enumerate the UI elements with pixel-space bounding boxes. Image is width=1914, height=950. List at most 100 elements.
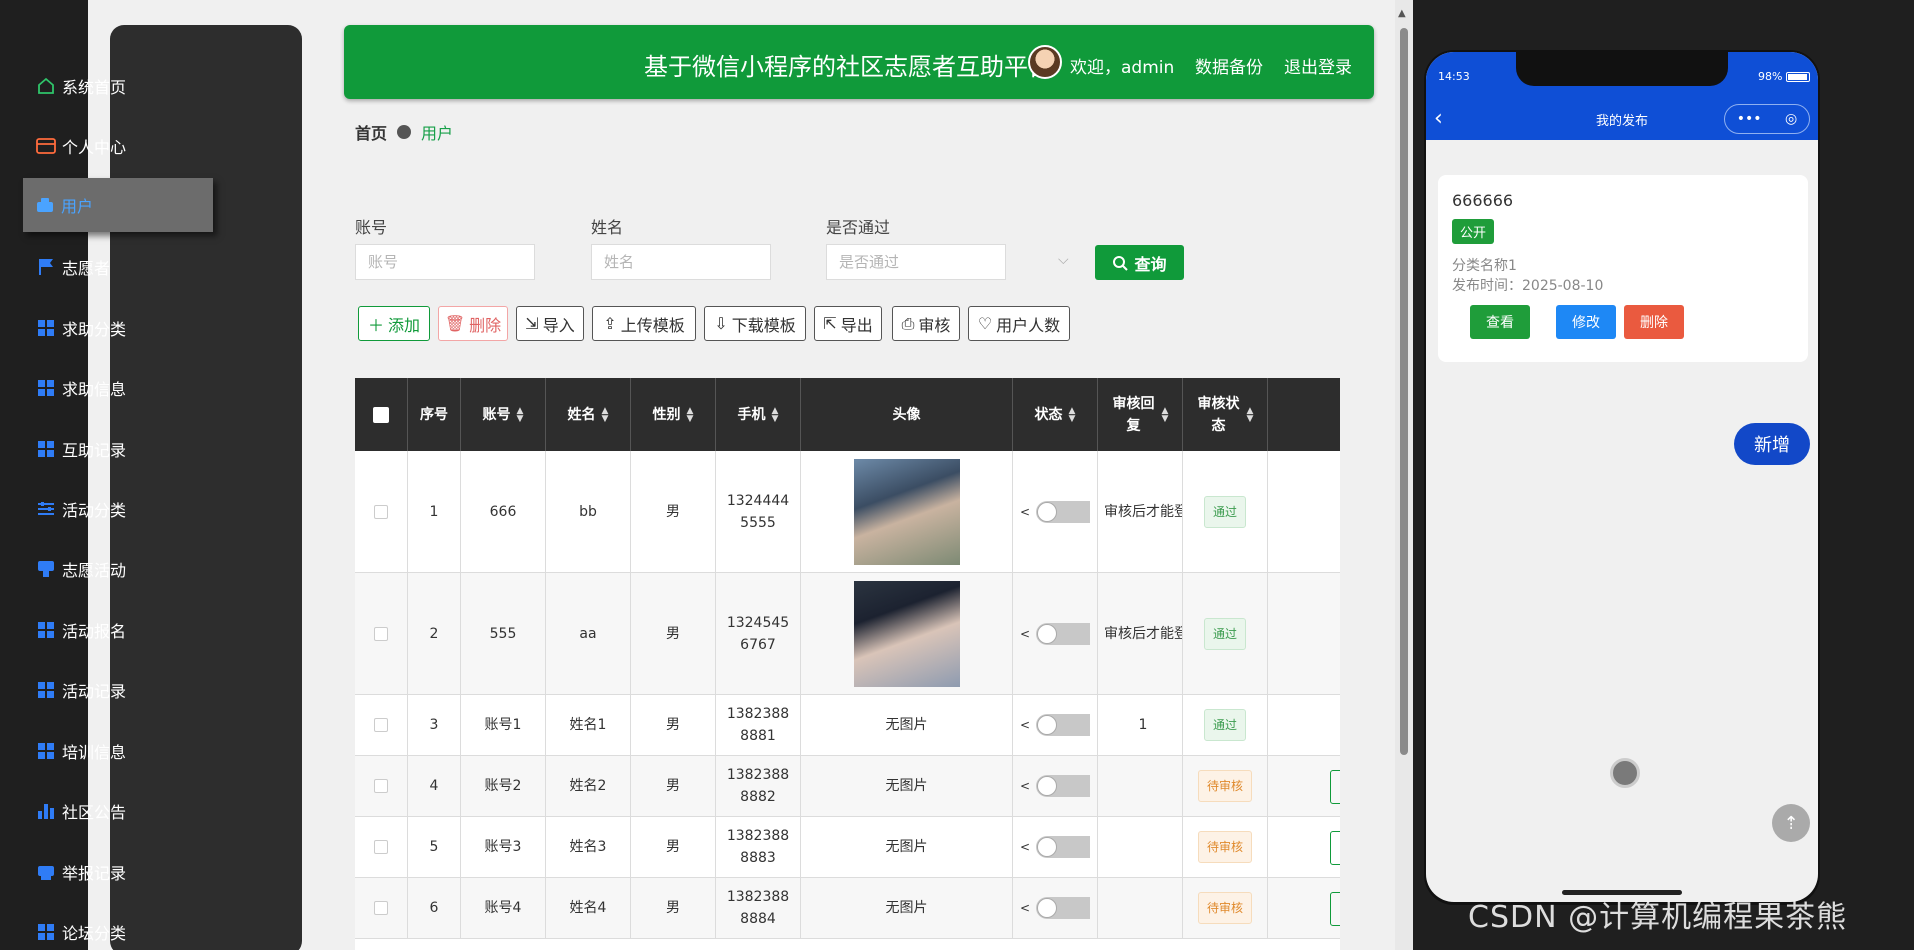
logout-link[interactable]: 退出登录 — [1284, 53, 1352, 78]
breadcrumb-home[interactable]: 首页 — [355, 120, 387, 144]
col-avatar-label: 头像 — [892, 406, 921, 423]
sort-icon[interactable]: ▲ ▼ — [772, 406, 779, 423]
col-state[interactable]: 状态 ▲ ▼ — [1013, 378, 1098, 451]
audit-button[interactable]: ⎙ 审核 — [892, 306, 960, 341]
sidebar-item-2[interactable]: 用户 — [23, 178, 213, 232]
cell-audit-status: 通过 — [1183, 451, 1268, 572]
sort-icon[interactable]: ▲ ▼ — [1069, 406, 1076, 423]
sidebar-item-1[interactable]: 个人中心 — [36, 126, 126, 166]
data-backup-link[interactable]: 数据备份 — [1195, 53, 1263, 78]
row-select-cell — [355, 817, 408, 877]
sidebar-item-12[interactable]: 社区公告 — [36, 791, 126, 831]
account-filter-input[interactable] — [355, 244, 535, 280]
share-icon[interactable]: < — [1020, 775, 1030, 797]
import-icon: ⇲ — [525, 314, 539, 333]
cell-name: 姓名4 — [546, 878, 631, 938]
sidebar-item-13[interactable]: 举报记录 — [36, 852, 126, 892]
status-toggle[interactable] — [1036, 775, 1091, 797]
col-name[interactable]: 姓名 ▲ ▼ — [546, 378, 631, 451]
cell-name-text: 姓名1 — [569, 717, 607, 733]
export-button-label: 导出 — [840, 315, 873, 335]
row-checkbox[interactable] — [374, 840, 388, 854]
sort-icon[interactable]: ▲ ▼ — [1162, 406, 1169, 423]
sidebar-item-label: 求助分类 — [62, 320, 127, 339]
import-button[interactable]: ⇲ 导入 — [516, 306, 584, 341]
status-toggle[interactable] — [1036, 500, 1091, 523]
battery-percent: 98% — [1758, 70, 1783, 83]
sidebar-item-8[interactable]: 志愿活动 — [36, 549, 126, 589]
sort-icon[interactable]: ▲ ▼ — [517, 406, 524, 423]
miniprogram-capsule[interactable]: ••• ◎ — [1724, 104, 1810, 134]
delete-button[interactable]: 🗑 删除 — [438, 306, 508, 341]
user-count-button[interactable]: ♡ 用户人数 — [968, 306, 1070, 341]
cell-gender-text: 男 — [666, 625, 680, 642]
sidebar-item-14[interactable]: 论坛分类 — [36, 912, 126, 950]
sidebar-item-9[interactable]: 活动报名 — [36, 610, 126, 650]
row-checkbox[interactable] — [374, 504, 388, 519]
delete-post-button[interactable]: 删除 — [1624, 305, 1684, 339]
back-to-top-icon[interactable]: ⇡ — [1772, 804, 1810, 842]
name-filter-label: 姓名 — [591, 218, 624, 237]
share-icon[interactable]: < — [1020, 897, 1030, 919]
row-checkbox[interactable] — [374, 779, 388, 793]
new-post-button[interactable]: 新增 — [1734, 423, 1810, 465]
sidebar-item-11[interactable]: 培训信息 — [36, 731, 126, 771]
table-row: 2 555 aa 男 13245456767 < 审核后才能登 通过 — [355, 573, 1340, 695]
cell-audit-status: 通过 — [1183, 695, 1268, 755]
cell-phone: 13823888882 — [716, 756, 801, 816]
col-gender[interactable]: 性别 ▲ ▼ — [631, 378, 716, 451]
scrollbar-thumb[interactable] — [1400, 28, 1408, 755]
status-toggle[interactable] — [1036, 836, 1091, 858]
add-button[interactable]: ＋添加 — [358, 306, 430, 341]
row-action-button[interactable] — [1330, 891, 1340, 926]
share-icon[interactable]: < — [1020, 623, 1030, 645]
sidebar-item-3[interactable]: 志愿者 — [36, 247, 110, 287]
col-phone[interactable]: 手机 ▲ ▼ — [716, 378, 801, 451]
status-toggle[interactable] — [1036, 897, 1091, 919]
cell-name-text: 姓名4 — [569, 900, 607, 916]
row-action-button[interactable] — [1330, 830, 1340, 865]
col-index-label: 序号 — [420, 406, 448, 423]
passed-filter-select[interactable] — [826, 244, 1006, 280]
sidebar-item-10[interactable]: 活动记录 — [36, 670, 126, 710]
row-checkbox[interactable] — [374, 718, 388, 732]
status-toggle[interactable] — [1036, 714, 1091, 736]
col-account[interactable]: 账号 ▲ ▼ — [461, 378, 546, 451]
sidebar-item-0[interactable]: 系统首页 — [36, 66, 126, 106]
row-checkbox[interactable] — [374, 901, 388, 915]
sidebar-item-4[interactable]: 求助分类 — [36, 308, 126, 348]
share-icon[interactable]: < — [1020, 714, 1030, 736]
cell-audit-reply-text: 1 — [1138, 717, 1148, 733]
name-filter-input[interactable] — [591, 244, 771, 280]
chevron-down-icon[interactable]: ⌵ — [1058, 252, 1069, 268]
floating-assist-dot[interactable] — [1610, 758, 1640, 788]
sort-icon[interactable]: ▲ ▼ — [1247, 406, 1254, 423]
page-scrollbar[interactable]: ▲ — [1395, 0, 1413, 950]
upload-template-button[interactable]: ⇪ 上传模板 — [592, 306, 696, 341]
close-target-icon[interactable]: ◎ — [1785, 111, 1797, 127]
download-template-button[interactable]: ⇩ 下载模板 — [704, 306, 806, 341]
select-all-checkbox[interactable] — [373, 406, 389, 423]
row-checkbox[interactable] — [374, 626, 388, 641]
export-button[interactable]: ⇱ 导出 — [814, 306, 882, 341]
scroll-up-arrow-icon[interactable]: ▲ — [1398, 8, 1406, 19]
sidebar-item-6[interactable]: 互助记录 — [36, 429, 126, 469]
col-audit-status[interactable]: 审核状态 ▲ ▼ — [1183, 378, 1268, 451]
cell-gender: 男 — [631, 695, 716, 755]
share-icon[interactable]: < — [1020, 501, 1030, 523]
col-audit-reply[interactable]: 审核回复 ▲ ▼ — [1098, 378, 1183, 451]
query-button[interactable]: 查询 — [1095, 245, 1184, 280]
share-icon[interactable]: < — [1020, 836, 1030, 858]
edit-button[interactable]: 修改 — [1556, 305, 1616, 339]
sidebar-item-5[interactable]: 求助信息 — [36, 368, 126, 408]
status-toggle[interactable] — [1036, 622, 1091, 645]
sort-icon[interactable]: ▲ ▼ — [602, 406, 609, 423]
sidebar-item-7[interactable]: 活动分类 — [36, 489, 126, 529]
home-icon — [36, 76, 56, 96]
row-action-button[interactable] — [1330, 769, 1340, 804]
sort-icon[interactable]: ▲ ▼ — [687, 406, 694, 423]
more-dots-icon[interactable]: ••• — [1737, 111, 1762, 127]
view-button[interactable]: 查看 — [1470, 305, 1530, 339]
cell-phone-text: 13245456767 — [726, 614, 790, 653]
cell-phone: 13823888883 — [716, 817, 801, 877]
